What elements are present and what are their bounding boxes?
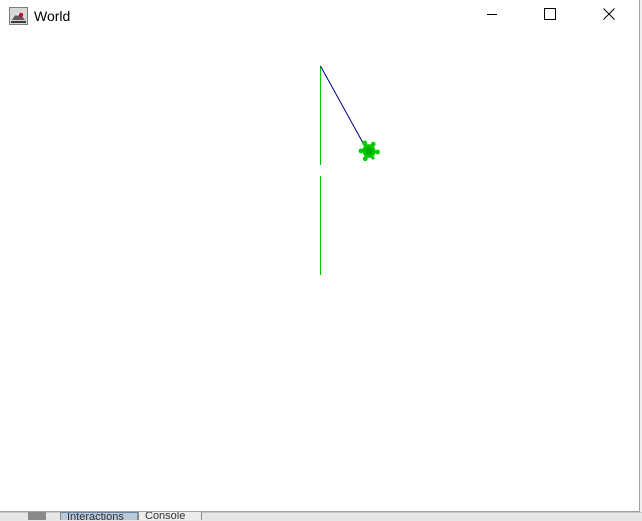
close-button[interactable] [586,0,632,31]
turtle-trail-segment [320,65,369,153]
background-tab-console[interactable]: Console [138,512,202,520]
maximize-icon [544,7,556,25]
minimize-button[interactable] [469,0,515,31]
window-title: World [34,8,71,24]
title-bar[interactable]: World [0,0,639,32]
background-scrollbar [28,512,46,520]
close-icon [603,7,615,25]
maximize-button[interactable] [527,0,573,31]
java-cup-icon [9,7,28,25]
world-canvas[interactable] [0,32,639,511]
minimize-icon [486,7,498,25]
world-window: World [0,0,640,512]
background-tab-interactions[interactable]: Interactions [60,512,138,520]
world-drawing [320,65,382,275]
turtle-icon[interactable] [355,136,382,164]
